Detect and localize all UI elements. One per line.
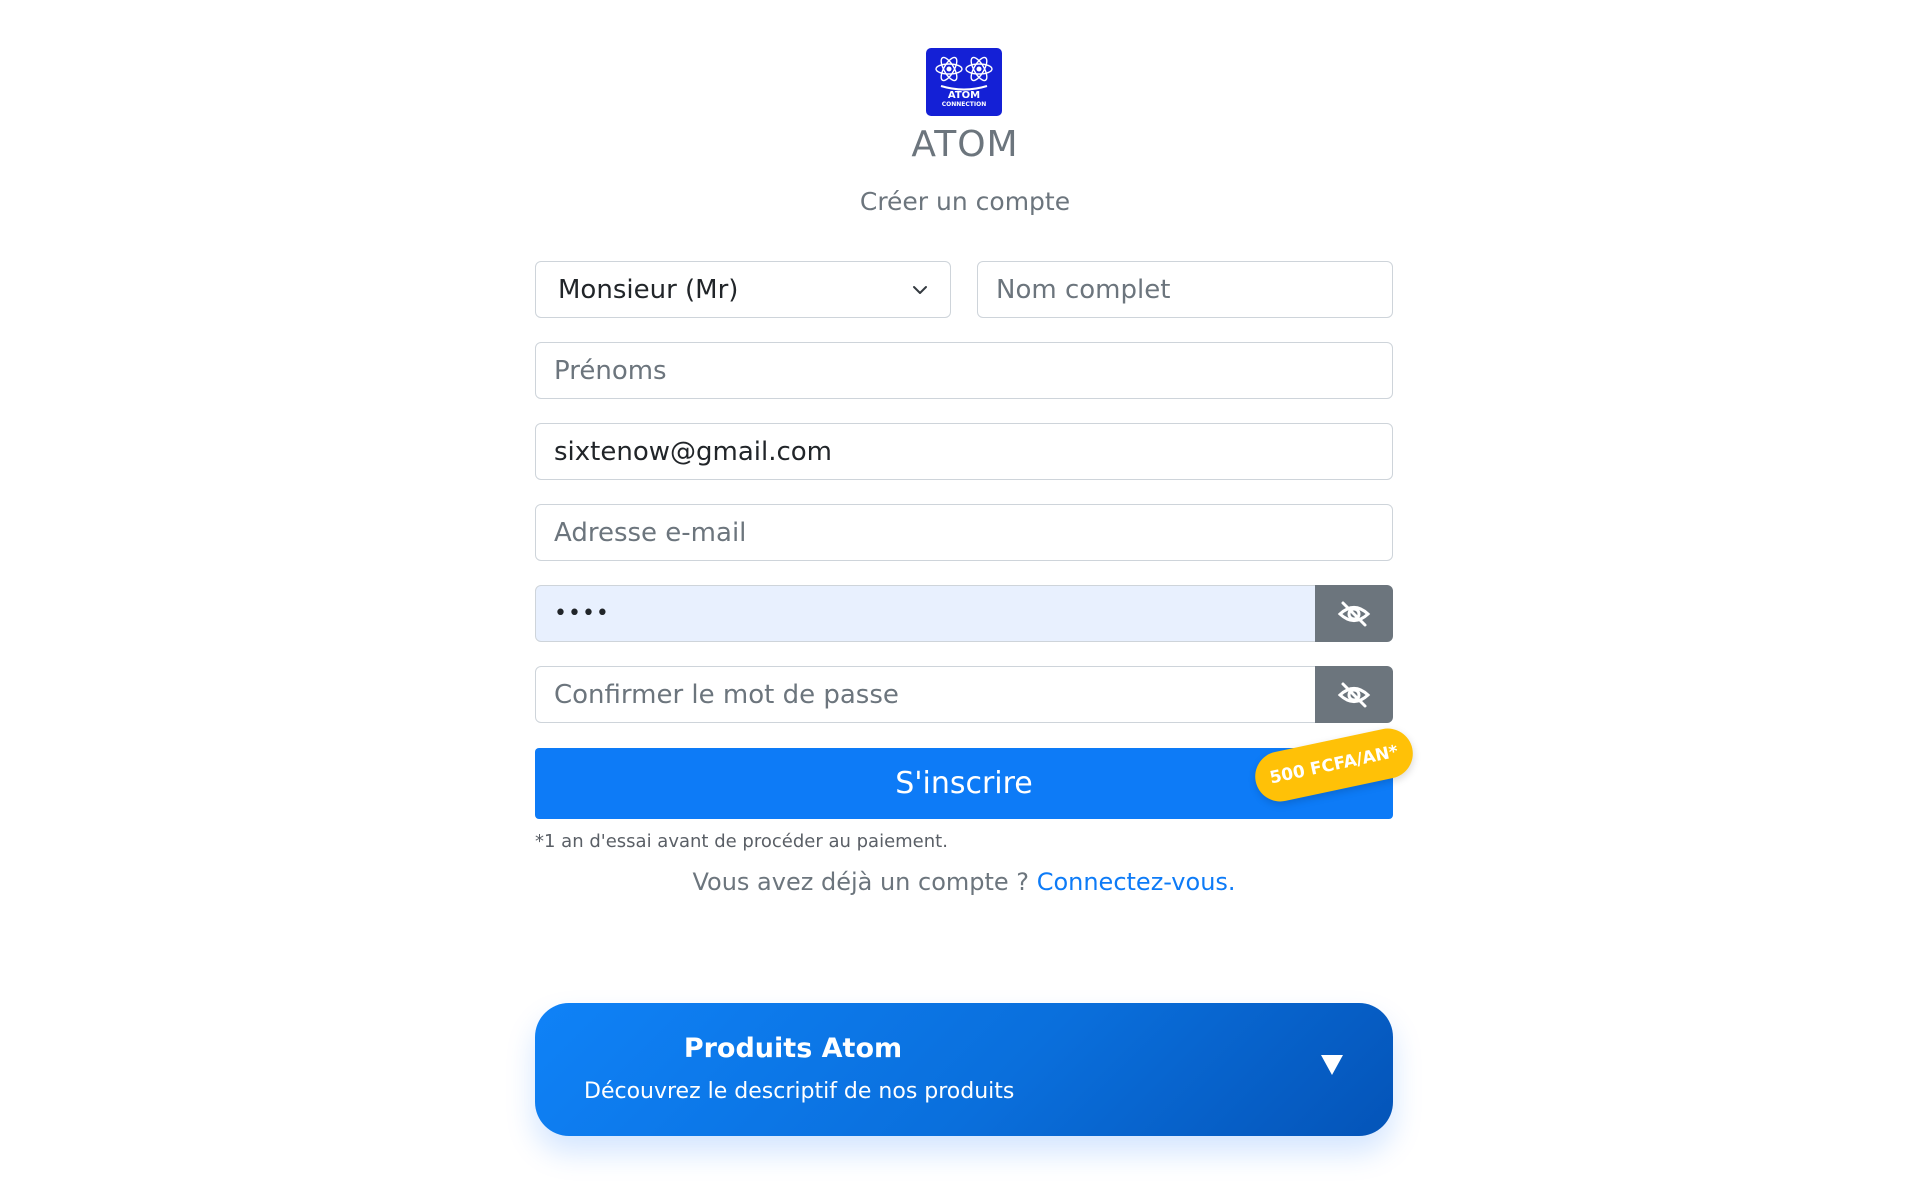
brand-name: ATOM: [911, 124, 1019, 165]
civility-select[interactable]: Monsieur (Mr): [535, 261, 951, 318]
login-link[interactable]: Connectez-vous.: [1037, 868, 1236, 896]
products-title: Produits Atom: [683, 1033, 903, 1064]
atom-icon: [935, 56, 993, 91]
page-subtitle: Créer un compte: [859, 187, 1071, 216]
toggle-password-button[interactable]: [1315, 585, 1393, 642]
toggle-confirm-password-button[interactable]: [1315, 666, 1393, 723]
login-prompt: Vous avez déjà un compte ?: [692, 868, 1030, 896]
eye-slash-icon: [1337, 682, 1371, 707]
contact-input[interactable]: [535, 423, 1393, 480]
email-input[interactable]: [535, 504, 1393, 561]
confirm-password-input[interactable]: [535, 666, 1316, 723]
signup-page: ATOM CONNECTION ATOM Créer un compte Mon…: [0, 0, 1920, 1181]
prenoms-input[interactable]: [535, 342, 1393, 399]
trial-note: *1 an d'essai avant de procéder au paiem…: [535, 831, 948, 852]
login-prompt-line: Vous avez déjà un compte ? Connectez-vou…: [560, 868, 1368, 896]
chevron-down-icon: [913, 285, 927, 294]
atom-logo: ATOM CONNECTION: [926, 48, 1002, 116]
logo-subtext: CONNECTION: [941, 101, 987, 108]
products-panel[interactable]: Produits Atom Découvrez le descriptif de…: [535, 1003, 1393, 1136]
triangle-down-icon[interactable]: [1321, 1055, 1343, 1075]
products-description: Découvrez le descriptif de nos produits: [584, 1079, 1015, 1104]
civility-select-value: Monsieur (Mr): [558, 274, 739, 305]
password-input[interactable]: [535, 585, 1316, 642]
eye-slash-icon: [1337, 601, 1371, 626]
nom-complet-input[interactable]: [977, 261, 1393, 318]
logo-text: ATOM: [947, 90, 981, 101]
